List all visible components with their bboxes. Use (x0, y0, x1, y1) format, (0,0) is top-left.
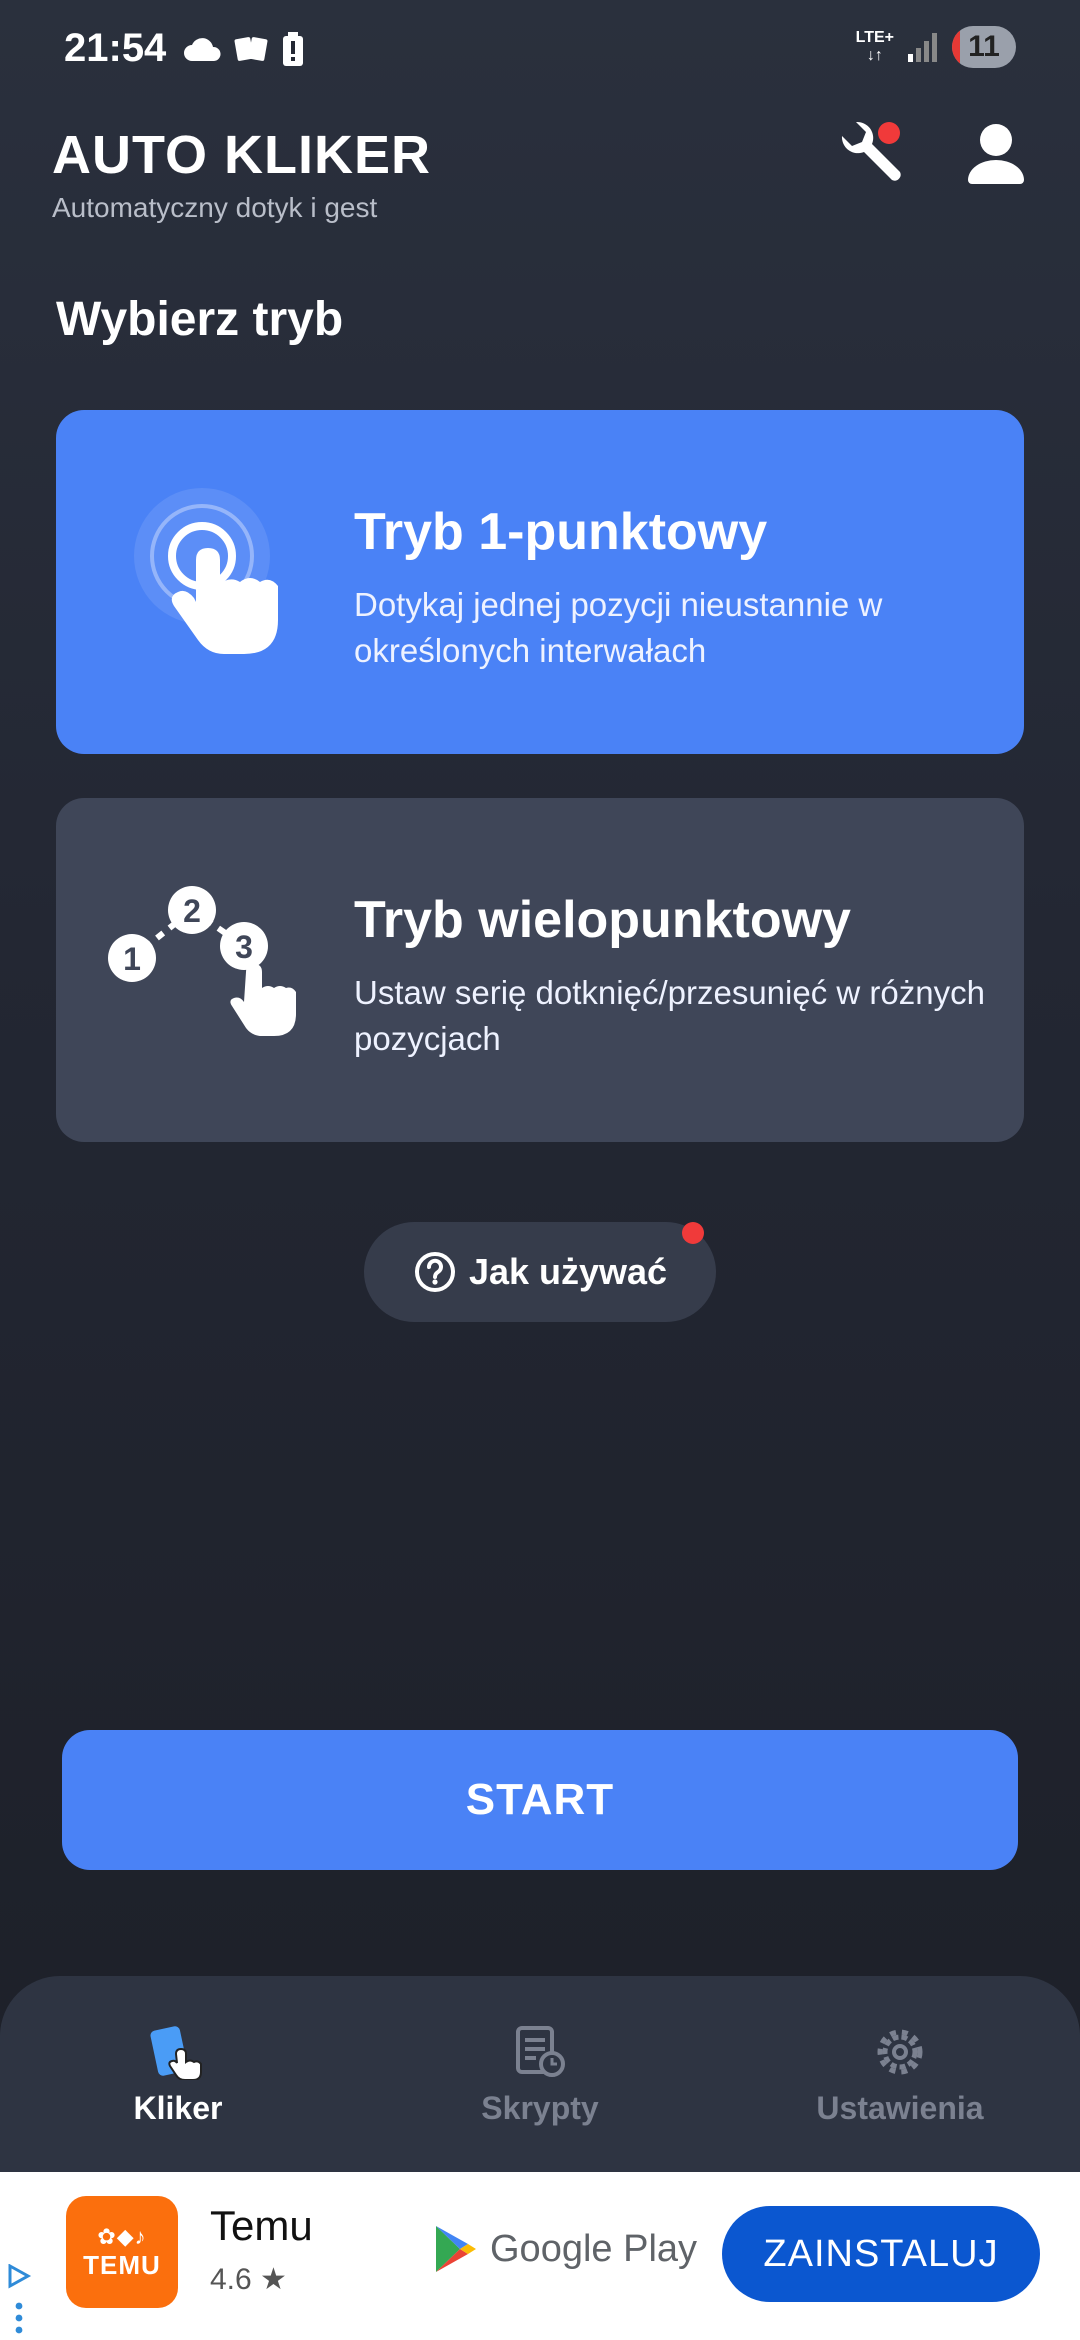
phone-tap-icon (150, 2026, 202, 2080)
status-time: 21:54 (64, 26, 167, 70)
temu-logo[interactable]: ✿◆♪ TEMU (66, 2196, 178, 2308)
status-bar: 21:54 LTE+ ↓↑ 11 (0, 0, 1080, 100)
mode-description: Ustaw serię dotknięć/przesunięć w różnyc… (354, 974, 985, 1057)
svg-text:1: 1 (123, 941, 141, 977)
user-icon (968, 124, 1024, 184)
ad-banner[interactable]: ✿◆♪ TEMU Temu 4.6 ★ Google Play ZAINSTAL… (0, 2172, 1080, 2340)
mode-card-single-point[interactable]: Tryb 1-punktowy Dotykaj jednej pozycji n… (56, 410, 1024, 754)
mode-title: Tryb wielopunktowy (354, 891, 851, 949)
app-subtitle: Automatyczny dotyk i gest (52, 192, 378, 223)
google-play-icon (436, 2226, 476, 2272)
nav-label: Skrypty (481, 2090, 599, 2126)
cloud-icon (184, 38, 221, 61)
single-tap-icon (134, 488, 278, 654)
install-button[interactable]: ZAINSTALUJ (722, 2206, 1040, 2302)
how-to-use-button[interactable]: Jak używać (364, 1222, 716, 1322)
script-icon (516, 2026, 565, 2077)
battery-alert-icon (283, 32, 303, 66)
profile-button[interactable] (960, 116, 1032, 196)
store-label: Google Play (490, 2227, 698, 2270)
battery-indicator: 11 (952, 26, 1016, 68)
ad-choices-icon[interactable] (6, 2264, 32, 2336)
cards-icon (234, 37, 268, 61)
tools-button[interactable] (828, 116, 908, 196)
svg-text:2: 2 (183, 893, 201, 929)
nav-label: Kliker (133, 2090, 223, 2126)
how-to-badge (682, 1222, 704, 1244)
network-indicator: LTE+ ↓↑ (855, 29, 894, 64)
ad-app-name: Temu (210, 2202, 313, 2249)
mode-title: Tryb 1-punktowy (354, 503, 768, 561)
screen: 21:54 LTE+ ↓↑ 11 AUTO KLIKER Automatyczn… (0, 0, 1080, 2340)
tools-badge (878, 122, 900, 144)
status-notification-icons (182, 32, 304, 66)
nav-item-kliker[interactable]: Kliker (48, 2024, 308, 2127)
logo-text: TEMU (83, 2249, 161, 2280)
how-to-use-label: Jak używać (468, 1251, 668, 1292)
google-play-badge: Google Play (432, 2224, 697, 2274)
svg-text:3: 3 (235, 929, 253, 965)
multi-tap-icon: 1 2 3 (108, 886, 296, 1036)
mode-description: Dotykaj jednej pozycji nieustannie w okr… (354, 586, 883, 669)
nav-label: Ustawienia (816, 2090, 984, 2126)
gear-icon (877, 2029, 923, 2075)
start-button[interactable]: START (62, 1730, 1018, 1870)
bottom-navigation: Kliker Skrypty Ustawienia (0, 1976, 1080, 2172)
nav-item-skrypty[interactable]: Skrypty (410, 2024, 670, 2127)
nav-item-ustawienia[interactable]: Ustawienia (770, 2024, 1030, 2127)
temu-logo-mascots-icon: ✿◆♪ (97, 2223, 147, 2249)
status-right: LTE+ ↓↑ 11 (856, 26, 1016, 68)
help-circle-icon (414, 1252, 455, 1292)
ad-rating: 4.6 ★ (210, 2263, 287, 2296)
app-title: AUTO KLIKER (52, 125, 432, 185)
signal-icon (908, 33, 937, 62)
section-title: Wybierz tryb (56, 293, 344, 346)
data-arrows-icon: ↓↑ (866, 47, 883, 64)
mode-card-multi-point[interactable]: 1 2 3 Tryb wielopunktowy Ustaw serię dot… (56, 798, 1024, 1142)
